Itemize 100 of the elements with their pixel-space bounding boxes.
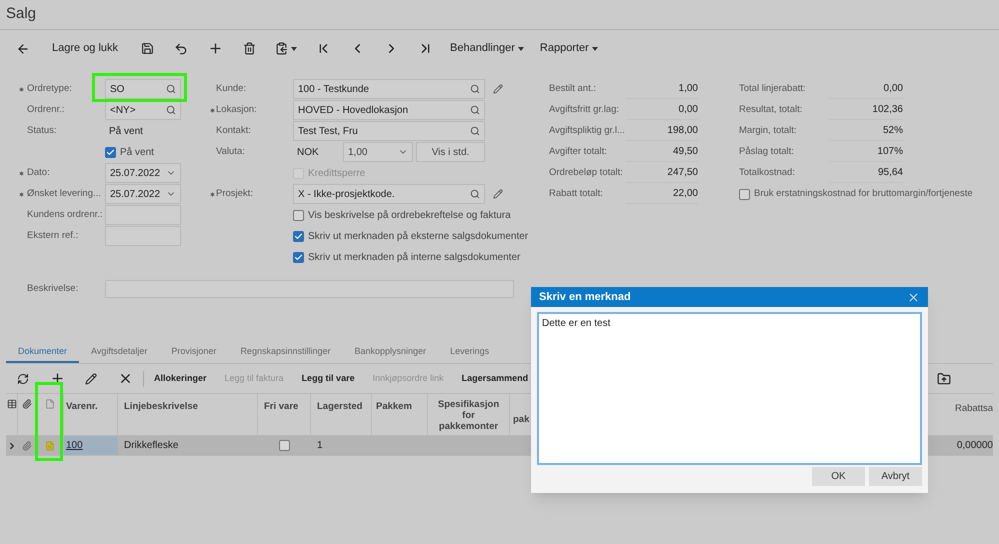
checkbox[interactable]	[279, 440, 290, 451]
back-icon[interactable]	[16, 42, 30, 56]
column-header[interactable]: Rabattsa	[954, 403, 993, 414]
field-label: Lokasjon:	[216, 104, 257, 116]
clipboard-icon[interactable]	[275, 42, 288, 55]
field-label: Dato:	[27, 167, 50, 178]
field-label: Kunde:	[216, 83, 246, 94]
search-icon[interactable]	[166, 84, 176, 94]
checkbox[interactable]	[739, 188, 750, 200]
expand-icon[interactable]	[7, 440, 17, 450]
search-icon[interactable]	[470, 84, 480, 94]
total-value: 22,00	[626, 184, 698, 204]
column-header[interactable]: Pakkem	[376, 401, 412, 412]
note-textarea[interactable]: Dette er en test	[537, 312, 922, 465]
search-icon[interactable]	[470, 126, 480, 136]
checkbox[interactable]	[293, 210, 304, 220]
tab[interactable]: Provisjoner	[159, 344, 228, 363]
save-icon[interactable]	[140, 42, 154, 55]
required-icon	[18, 190, 25, 198]
field-label: Ordretype:	[27, 83, 72, 94]
table-cell-text: 0,00000	[956, 439, 993, 453]
dialog-button[interactable]: OK	[812, 467, 865, 486]
grid-action-button[interactable]: Legg til vare	[292, 372, 364, 386]
search-icon[interactable]	[470, 189, 480, 199]
caret-icon[interactable]	[518, 46, 524, 50]
total-value: 107%	[829, 142, 903, 162]
total-label: Total linjerabatt:	[739, 83, 806, 94]
plus-icon[interactable]	[208, 41, 223, 56]
paperclip-icon	[22, 399, 32, 409]
caret-icon[interactable]	[291, 46, 298, 50]
tab[interactable]: Dokumenter	[6, 344, 80, 363]
total-value: 0,00	[626, 100, 698, 120]
checkbox-label: På vent	[120, 146, 154, 160]
dialog-title: Skriv en merknad	[539, 290, 631, 305]
lookup-field[interactable]: X - Ikke-prosjektkode.	[293, 184, 485, 204]
checkbox-label: Kredittsperre	[308, 166, 366, 180]
required-icon	[18, 170, 25, 176]
tab[interactable]: Avgiftsdetaljer	[79, 344, 160, 363]
column-header[interactable]: Lagersted	[317, 401, 362, 412]
menu-button[interactable]: Rapporter	[540, 34, 589, 62]
dialog-button[interactable]: Avbryt	[869, 467, 922, 486]
paperclip-icon[interactable]	[22, 440, 32, 450]
field-label: Beskrivelse:	[27, 283, 78, 294]
checkbox-label: Skriv ut merknaden på interne salgsdokumenter	[308, 250, 520, 264]
required-icon	[18, 86, 25, 92]
table-icon	[6, 399, 16, 409]
field-label: Kontakt:	[216, 125, 251, 136]
lookup-field[interactable]: SO	[105, 79, 181, 99]
total-value: 247,50	[626, 163, 698, 183]
refresh-icon[interactable]	[17, 372, 29, 384]
file-icon	[44, 399, 54, 409]
page-title: Salg	[6, 4, 36, 24]
date-field[interactable]: 25.07.2022	[105, 184, 181, 204]
checkbox-label: Skriv ut merknaden på eksterne salgsdokumenter	[308, 230, 528, 244]
search-icon[interactable]	[470, 105, 480, 115]
grid-action-button[interactable]: Allokeringer	[145, 372, 216, 386]
menu-button[interactable]: Behandlinger	[450, 34, 515, 62]
search-icon[interactable]	[166, 105, 176, 115]
tab[interactable]: Leverings	[438, 344, 502, 363]
column-header[interactable]: Varenr.	[66, 401, 98, 412]
total-label: Resultat, totalt:	[739, 104, 802, 116]
table-cell: 1	[317, 440, 323, 451]
tab[interactable]: Regnskapsinnstillinger	[228, 344, 342, 363]
undo-icon[interactable]	[174, 42, 188, 56]
trash-icon[interactable]	[242, 42, 256, 55]
total-label: Ordrebeløp totalt:	[549, 167, 623, 178]
total-value: 198,00	[626, 121, 698, 141]
save-close-button[interactable]: Lagre og lukk	[40, 34, 130, 62]
lookup-field[interactable]: Test Test, Fru	[293, 121, 485, 141]
column-header[interactable]: pak	[513, 414, 530, 425]
caret-icon[interactable]	[592, 46, 598, 50]
lookup-field[interactable]: HOVED - Hovedlokasjon	[293, 100, 485, 120]
total-label: Avgiftsfritt gr.lag:	[549, 104, 620, 116]
lookup-field[interactable]: 100 - Testkunde	[293, 79, 485, 99]
edit-icon[interactable]	[493, 84, 503, 94]
column-header[interactable]: Spesifikasjon for pakkemonter	[432, 399, 505, 432]
total-value: 52%	[829, 121, 903, 141]
view-base-button[interactable]: Vis i std.	[416, 142, 485, 162]
total-value: 0,00	[829, 79, 903, 99]
checkbox[interactable]	[293, 230, 304, 242]
column-header[interactable]: Fri vare	[264, 401, 298, 412]
field-label: Ønsket levering...	[27, 188, 101, 200]
field-label: Valuta:	[216, 146, 245, 158]
date-field[interactable]: 25.07.2022	[105, 163, 181, 183]
total-label: Påslag totalt:	[739, 146, 794, 158]
checkbox[interactable]	[105, 146, 116, 158]
tab[interactable]: Bankopplysninger	[342, 344, 438, 363]
checkbox[interactable]	[293, 252, 304, 262]
pencil-icon[interactable]	[85, 372, 97, 384]
edit-icon[interactable]	[493, 189, 503, 199]
lookup-field[interactable]: <NY>	[105, 100, 181, 120]
field-label: Kundens ordrenr.:	[27, 209, 103, 220]
grid-action-button[interactable]: Lagersammend	[452, 372, 538, 386]
field-label: Prosjekt:	[216, 188, 253, 200]
total-label: Margin, totalt:	[739, 125, 797, 136]
upload-icon[interactable]	[937, 372, 951, 386]
rate-dropdown[interactable]: 1,00	[343, 142, 413, 162]
field-label: Ekstern ref.:	[27, 230, 78, 242]
checkbox-label: Bruk erstatningskostnad for bruttomargin/fortjeneste	[754, 186, 973, 201]
column-header[interactable]: Linjebeskrivelse	[124, 401, 198, 412]
